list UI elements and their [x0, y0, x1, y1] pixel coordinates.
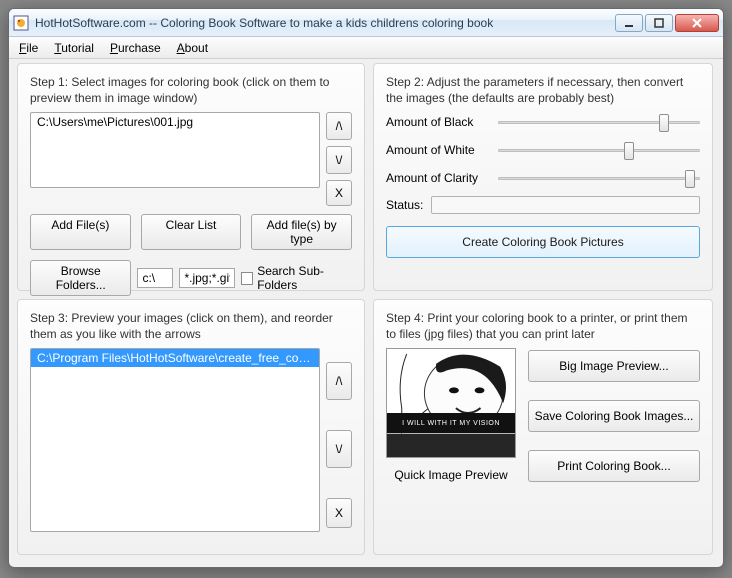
- step4-buttons: Big Image Preview... Save Coloring Book …: [528, 348, 700, 482]
- status-box: [431, 196, 700, 214]
- title-bar[interactable]: HotHotSoftware.com -- Coloring Book Soft…: [9, 9, 723, 37]
- content-area: Step 1: Select images for coloring book …: [17, 63, 715, 559]
- panel-step4: Step 4: Print your coloring book to a pr…: [373, 299, 713, 555]
- add-files-button[interactable]: Add File(s): [30, 214, 131, 250]
- panel-step3: Step 3: Preview your images (click on th…: [17, 299, 365, 555]
- clarity-slider[interactable]: [498, 168, 700, 188]
- menu-bar: File Tutorial Purchase About: [9, 37, 723, 59]
- step2-label: Step 2: Adjust the parameters if necessa…: [386, 74, 700, 106]
- step1-label: Step 1: Select images for coloring book …: [30, 74, 352, 106]
- maximize-button[interactable]: [645, 14, 673, 32]
- big-image-preview-button[interactable]: Big Image Preview...: [528, 350, 700, 382]
- folder-path-input[interactable]: [137, 268, 173, 288]
- clarity-label: Amount of Clarity: [386, 171, 498, 185]
- quick-preview-image: I WILL WITH IT MY VISION: [386, 348, 516, 458]
- menu-about[interactable]: About: [177, 41, 208, 55]
- panel-step1: Step 1: Select images for coloring book …: [17, 63, 365, 291]
- white-slider[interactable]: [498, 140, 700, 160]
- search-subfolders-checkbox[interactable]: Search Sub-Folders: [241, 264, 352, 292]
- close-button[interactable]: [675, 14, 719, 32]
- clear-list-button[interactable]: Clear List: [141, 214, 242, 250]
- search-subfolders-label: Search Sub-Folders: [257, 264, 352, 292]
- remove-item-button[interactable]: X: [326, 498, 352, 528]
- menu-tutorial[interactable]: Tutorial: [54, 41, 94, 55]
- step3-listbox[interactable]: C:\Program Files\HotHotSoftware\create_f…: [30, 348, 320, 532]
- file-mask-input[interactable]: [179, 268, 235, 288]
- save-images-button[interactable]: Save Coloring Book Images...: [528, 400, 700, 432]
- app-window: HotHotSoftware.com -- Coloring Book Soft…: [8, 8, 724, 568]
- window-title: HotHotSoftware.com -- Coloring Book Soft…: [35, 16, 613, 30]
- black-slider[interactable]: [498, 112, 700, 132]
- white-label: Amount of White: [386, 143, 498, 157]
- preview-column: I WILL WITH IT MY VISION Quick Image Pre…: [386, 348, 516, 482]
- move-up-button[interactable]: /\: [326, 362, 352, 400]
- print-book-button[interactable]: Print Coloring Book...: [528, 450, 700, 482]
- status-label: Status:: [386, 198, 423, 212]
- panel-step2: Step 2: Adjust the parameters if necessa…: [373, 63, 713, 291]
- step4-label: Step 4: Print your coloring book to a pr…: [386, 310, 700, 342]
- preview-caption: Quick Image Preview: [386, 468, 516, 482]
- browse-folders-button[interactable]: Browse Folders...: [30, 260, 131, 296]
- step1-reorder-buttons: /\ \/ X: [326, 112, 352, 206]
- checkbox-icon: [241, 272, 253, 285]
- black-label: Amount of Black: [386, 115, 498, 129]
- add-files-by-type-button[interactable]: Add file(s) by type: [251, 214, 352, 250]
- step1-listbox[interactable]: C:\Users\me\Pictures\001.jpg: [30, 112, 320, 188]
- app-icon: [13, 15, 29, 31]
- move-down-button[interactable]: \/: [326, 146, 352, 174]
- create-pictures-button[interactable]: Create Coloring Book Pictures: [386, 226, 700, 258]
- menu-file[interactable]: File: [19, 41, 38, 55]
- move-down-button[interactable]: \/: [326, 430, 352, 468]
- move-up-button[interactable]: /\: [326, 112, 352, 140]
- face-sketch-icon: [387, 349, 515, 457]
- list-item[interactable]: C:\Program Files\HotHotSoftware\create_f…: [31, 349, 319, 367]
- menu-purchase[interactable]: Purchase: [110, 41, 161, 55]
- remove-item-button[interactable]: X: [326, 180, 352, 206]
- minimize-button[interactable]: [615, 14, 643, 32]
- preview-band-text: I WILL WITH IT MY VISION: [387, 413, 515, 433]
- step3-reorder-buttons: /\ \/ X: [326, 348, 352, 532]
- step3-label: Step 3: Preview your images (click on th…: [30, 310, 352, 342]
- list-item[interactable]: C:\Users\me\Pictures\001.jpg: [31, 113, 319, 131]
